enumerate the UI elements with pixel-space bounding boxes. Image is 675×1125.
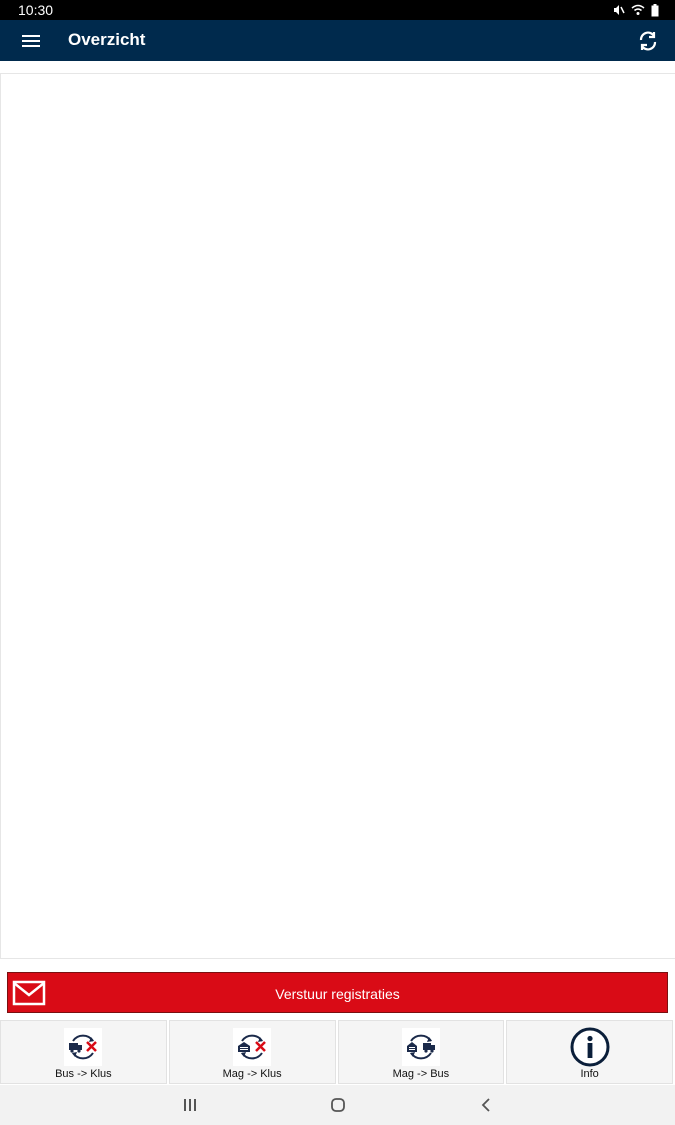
home-button[interactable] <box>323 1093 353 1117</box>
tab-label: Bus -> Klus <box>55 1068 112 1080</box>
tab-label: Mag -> Klus <box>222 1068 282 1080</box>
tab-warehouse-to-bus[interactable]: Mag -> Bus <box>337 1020 505 1084</box>
home-icon <box>331 1098 345 1112</box>
tab-label: Mag -> Bus <box>392 1068 450 1080</box>
recent-apps-button[interactable] <box>175 1093 205 1117</box>
bottom-tab-bar: Bus -> Klus Mag -> Klus Mag -> Bus Info <box>0 1020 675 1084</box>
recent-apps-icon <box>184 1099 196 1111</box>
tab-bus-to-job[interactable]: Bus -> Klus <box>0 1020 167 1084</box>
menu-button[interactable] <box>12 26 50 56</box>
mute-icon <box>614 5 625 15</box>
info-icon <box>570 1027 610 1067</box>
bus-to-job-icon <box>64 1028 103 1066</box>
app-bar: Overzicht <box>0 20 675 61</box>
send-registrations-button[interactable]: Verstuur registraties <box>7 972 668 1013</box>
send-registrations-label: Verstuur registraties <box>275 986 400 1002</box>
tab-label: Info <box>580 1068 599 1080</box>
refresh-icon <box>639 31 657 51</box>
page-title: Overzicht <box>68 30 146 49</box>
refresh-button[interactable] <box>633 26 663 56</box>
warehouse-to-bus-icon <box>401 1028 440 1066</box>
back-icon <box>481 1098 490 1112</box>
tab-info[interactable]: Info <box>506 1020 673 1084</box>
status-icons <box>613 3 659 17</box>
battery-icon <box>651 3 659 16</box>
status-time: 10:30 <box>18 2 54 18</box>
warehouse-to-job-icon <box>233 1028 272 1066</box>
menu-icon <box>22 35 40 47</box>
back-button[interactable] <box>471 1093 501 1117</box>
overview-list[interactable] <box>0 73 675 959</box>
status-bar: 10:30 <box>0 0 675 20</box>
system-nav-bar <box>0 1085 675 1125</box>
wifi-icon <box>631 4 645 15</box>
tab-warehouse-to-job[interactable]: Mag -> Klus <box>168 1020 336 1084</box>
